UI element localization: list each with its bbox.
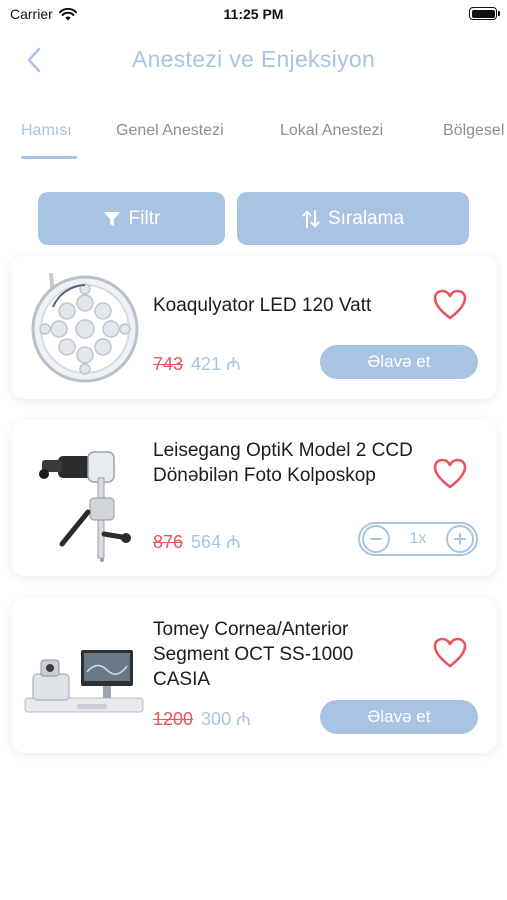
product-name[interactable]: Tomey Cornea/Anterior Segment OCT SS-100… [153, 617, 415, 692]
price-row: 1200 300 ₼ [153, 707, 251, 731]
new-price: 564 ₼ [191, 532, 241, 552]
filter-icon [103, 211, 120, 226]
old-price: 743 [153, 354, 184, 374]
minus-button[interactable] [362, 525, 390, 553]
status-bar: Carrier 11:25 PM [0, 0, 507, 30]
battery-icon [469, 7, 500, 20]
sort-arrows-icon [302, 209, 320, 228]
price-row: 876 564 ₼ [153, 530, 241, 554]
product-card[interactable]: Leisegang OptiK Model 2 CCD Dönəbilən Fo… [11, 420, 497, 576]
heart-icon[interactable] [433, 458, 467, 490]
page-title: Anestezi ve Enjeksiyon [131, 46, 376, 72]
quantity-stepper: 1x [358, 522, 478, 556]
tab-bolgesel[interactable]: Bölgesel [443, 122, 504, 140]
add-to-cart-button[interactable]: Əlavə et [320, 345, 478, 379]
quantity-value: 1x [409, 530, 427, 547]
category-tabs: Hamısı Genel Anestezi Lokal Anestezi Böl… [0, 118, 507, 164]
product-image-colposcope [19, 434, 147, 562]
product-card[interactable]: Koaqulyator LED 120 Vatt 743 421 ₼ Əlavə… [11, 255, 497, 399]
status-time: 11:25 PM [223, 6, 284, 22]
tab-lokal-anestezi[interactable]: Lokal Anestezi [280, 122, 383, 140]
surgical-light-image [31, 272, 139, 383]
old-price: 876 [153, 532, 184, 552]
plus-button[interactable] [446, 525, 474, 553]
product-card[interactable]: Tomey Cornea/Anterior Segment OCT SS-100… [11, 597, 497, 753]
heart-icon[interactable] [433, 289, 467, 321]
plus-icon [454, 533, 466, 545]
tab-genel-anestezi[interactable]: Genel Anestezi [116, 122, 224, 140]
old-price: 1200 [153, 709, 194, 729]
heart-icon[interactable] [433, 637, 467, 669]
product-image-surgical-light [19, 263, 147, 391]
filter-label: Filtr [128, 207, 161, 229]
sort-button[interactable]: Sıralama [237, 192, 469, 245]
active-tab-indicator [21, 156, 77, 159]
price-row: 743 421 ₼ [153, 352, 241, 376]
new-price: 421 ₼ [191, 354, 241, 374]
product-name[interactable]: Leisegang OptiK Model 2 CCD Dönəbilən Fo… [153, 438, 415, 488]
sort-label: Sıralama [327, 207, 405, 229]
add-to-cart-button[interactable]: Əlavə et [320, 700, 478, 734]
product-name[interactable]: Koaqulyator LED 120 Vatt [153, 293, 415, 318]
new-price: 300 ₼ [201, 709, 251, 729]
filter-button[interactable]: Filtr [38, 192, 225, 245]
colposcope-image [39, 451, 131, 562]
product-image-oct-device [19, 611, 147, 739]
oct-device-image [24, 650, 144, 713]
tab-hamisi[interactable]: Hamısı [21, 122, 72, 140]
minus-icon [370, 538, 382, 540]
